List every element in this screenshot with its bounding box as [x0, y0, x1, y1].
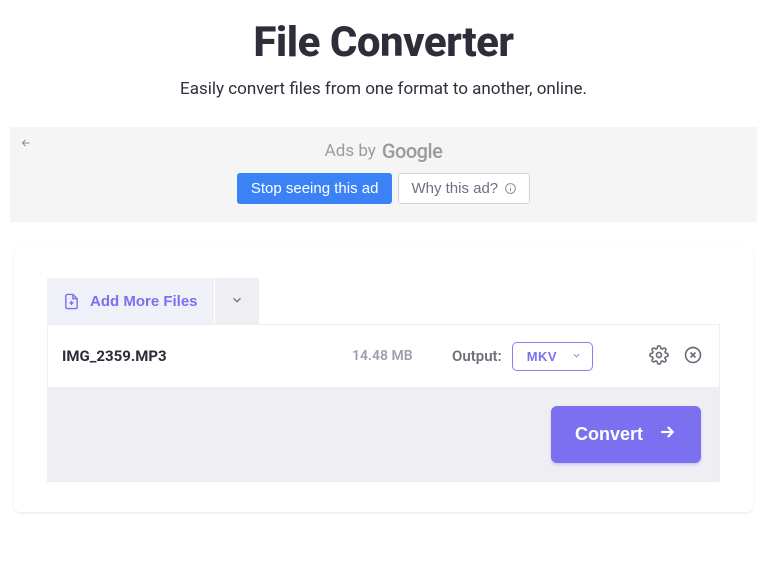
page-title: File Converter	[0, 18, 767, 67]
file-settings-button[interactable]	[649, 345, 669, 368]
converter-card: Add More Files IMG_2359.MP3 14.48 MB Out…	[14, 248, 753, 512]
chevron-down-icon	[230, 293, 244, 310]
add-more-files-button[interactable]: Add More Files	[47, 278, 215, 324]
close-circle-icon	[683, 345, 703, 368]
file-toolbar: Add More Files	[47, 278, 720, 324]
add-files-dropdown-button[interactable]	[215, 278, 259, 324]
page-subtitle: Easily convert files from one format to …	[0, 79, 767, 99]
page: File Converter Easily convert files from…	[0, 18, 767, 512]
why-this-ad-button[interactable]: Why this ad?	[398, 173, 530, 204]
ad-attribution: Ads by Google	[22, 139, 745, 163]
file-plus-icon	[63, 293, 80, 310]
file-size: 14.48 MB	[352, 348, 452, 364]
convert-bar: Convert	[47, 388, 720, 482]
convert-label: Convert	[575, 424, 643, 445]
arrow-right-icon	[657, 422, 677, 447]
convert-button[interactable]: Convert	[551, 406, 701, 463]
output-format-select[interactable]: MKV	[512, 342, 593, 371]
info-icon	[504, 182, 517, 195]
chevron-down-icon	[571, 349, 582, 364]
add-more-files-label: Add More Files	[90, 293, 198, 310]
selected-format: MKV	[527, 349, 557, 364]
why-this-ad-label: Why this ad?	[411, 180, 498, 197]
remove-file-button[interactable]	[683, 345, 703, 368]
ad-label-prefix: Ads by	[325, 141, 376, 161]
file-name: IMG_2359.MP3	[62, 347, 352, 365]
output-label: Output:	[452, 347, 502, 365]
back-arrow-icon[interactable]	[20, 137, 32, 153]
ad-banner: Ads by Google Stop seeing this ad Why th…	[10, 127, 757, 222]
ad-brand: Google	[382, 139, 442, 163]
file-row: IMG_2359.MP3 14.48 MB Output: MKV	[47, 324, 720, 388]
gear-icon	[649, 345, 669, 368]
stop-seeing-ad-button[interactable]: Stop seeing this ad	[237, 173, 393, 204]
